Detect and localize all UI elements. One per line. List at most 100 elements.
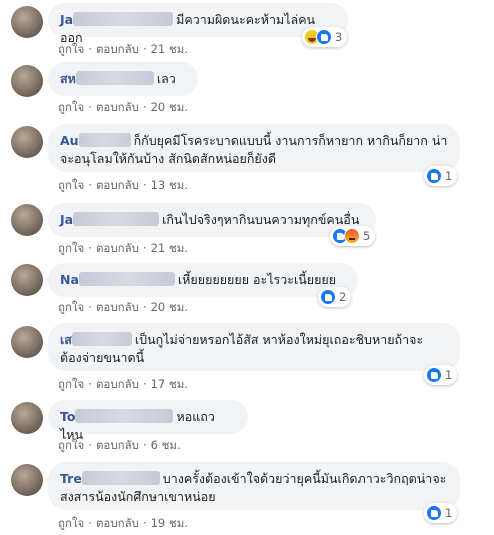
separator: · [142, 516, 147, 530]
separator: · [142, 377, 147, 391]
reaction-count: 5 [363, 229, 371, 243]
comment-actions: ถูกใจ · ตอบกลับ · 6 ชม. [58, 437, 181, 455]
reaction-count: 1 [445, 506, 453, 520]
comment-actions: ถูกใจ · ตอบกลับ · 20 ชม. [58, 99, 188, 117]
reaction-count: 2 [339, 290, 347, 304]
like-reaction-icon [316, 29, 332, 45]
comment-actions: ถูกใจ · ตอบกลับ · 17 ชม. [58, 376, 188, 394]
separator: · [88, 42, 92, 56]
blurred-name [75, 409, 174, 423]
reaction-summary[interactable]: 5 [330, 226, 376, 246]
comment-bubble: Ja เกินไปจริงๆหากินบนความทุกข์คนอื่น [48, 203, 376, 237]
angry-reaction-icon [344, 228, 360, 244]
separator: · [142, 300, 147, 314]
comment-bubble: สห เลว [48, 62, 198, 96]
comment-author[interactable]: Na [60, 272, 79, 287]
comment-text-line-2: จะอนุโลมให้กันบ้าง สักนิดสักหน่อยก็ยังดี [60, 151, 276, 166]
comment-text-line-1: เป็นกูไม่จ่ายหรอกไอ้สัส หาห้องใหม่ยุเถอะ… [134, 332, 424, 347]
like-action[interactable]: ถูกใจ [58, 41, 84, 59]
reply-action[interactable]: ตอบกลับ [96, 437, 139, 455]
comment-text-line-2: สงสารน้องนักศึกษาเขาหน่อย [60, 489, 216, 504]
like-action[interactable]: ถูกใจ [58, 177, 84, 195]
blurred-name [78, 133, 131, 147]
reaction-summary[interactable]: 2 [318, 287, 352, 307]
comment-author[interactable]: Ja [60, 12, 73, 27]
avatar[interactable] [11, 204, 43, 236]
comment-bubble: เส เป็นกูไม่จ่ายหรอกไอ้สัส หาห้องใหม่ยุเถ… [48, 323, 460, 371]
blurred-name [71, 332, 132, 346]
like-reaction-icon [426, 367, 442, 383]
reaction-summary[interactable]: 1 [424, 166, 458, 186]
reaction-summary[interactable]: 1 [424, 503, 458, 523]
separator: · [88, 377, 92, 391]
avatar[interactable] [11, 126, 43, 158]
comment-timestamp[interactable]: 13 ชม. [151, 177, 188, 195]
comment-actions: ถูกใจ · ตอบกลับ · 13 ชม. [58, 177, 188, 195]
comment-text-line-1: บางครั้งต้องเข้าใจด้วยว่ายุคนี้มันเกิดภา… [162, 471, 447, 486]
like-reaction-icon [426, 168, 442, 184]
separator: · [88, 100, 92, 114]
comment-bubble: Na เหี้ยยยยยยยย อะไรวะเนี้ยยยย [48, 263, 358, 297]
comment-timestamp[interactable]: 20 ชม. [151, 299, 188, 317]
like-action[interactable]: ถูกใจ [58, 99, 84, 117]
blurred-name [81, 471, 160, 485]
like-reaction-icon [426, 505, 442, 521]
comment-bubble: Au ก็กับยุคมีโรคระบาดแบบนี้ งานการก็หายาก… [48, 124, 460, 172]
reply-action[interactable]: ตอบกลับ [96, 240, 139, 258]
reply-action[interactable]: ตอบกลับ [96, 299, 139, 317]
comment-text-line-1: ก็กับยุคมีโรคระบาดแบบนี้ งานการก็หายาก ห… [133, 133, 448, 148]
avatar[interactable] [11, 264, 43, 296]
comment-timestamp[interactable]: 21 ชม. [151, 240, 188, 258]
comment-timestamp[interactable]: 21 ชม. [151, 41, 188, 59]
avatar[interactable] [11, 326, 43, 358]
reaction-count: 1 [445, 368, 453, 382]
comment-actions: ถูกใจ · ตอบกลับ · 21 ชม. [58, 41, 188, 59]
separator: · [88, 178, 92, 192]
like-action[interactable]: ถูกใจ [58, 515, 84, 533]
reply-action[interactable]: ตอบกลับ [96, 376, 139, 394]
reply-action[interactable]: ตอบกลับ [96, 41, 139, 59]
comment-actions: ถูกใจ · ตอบกลับ · 20 ชม. [58, 299, 188, 317]
comment-author[interactable]: Ja [60, 212, 73, 227]
comment-actions: ถูกใจ · ตอบกลับ · 19 ชม. [58, 515, 188, 533]
comment-timestamp[interactable]: 20 ชม. [151, 99, 188, 117]
comment-text: เกินไปจริงๆหากินบนความทุกข์คนอื่น [162, 212, 360, 227]
reply-action[interactable]: ตอบกลับ [96, 515, 139, 533]
reaction-count: 1 [445, 169, 453, 183]
separator: · [88, 438, 92, 452]
avatar[interactable] [11, 65, 43, 97]
reply-action[interactable]: ตอบกลับ [96, 99, 139, 117]
reply-action[interactable]: ตอบกลับ [96, 177, 139, 195]
comment-author[interactable]: สห [60, 71, 76, 86]
separator: · [142, 178, 147, 192]
blurred-name [78, 272, 175, 286]
comment-author[interactable]: Tre [60, 471, 82, 486]
separator: · [142, 42, 147, 56]
comment-bubble: To หอแถวไหน [48, 400, 248, 442]
comment-timestamp[interactable]: 17 ชม. [151, 376, 188, 394]
avatar[interactable] [11, 402, 43, 434]
blurred-name [73, 12, 174, 26]
comment-author[interactable]: เส [60, 332, 72, 347]
like-action[interactable]: ถูกใจ [58, 376, 84, 394]
avatar[interactable] [11, 6, 43, 38]
blurred-name [73, 212, 160, 226]
comment-text: เหี้ยยยยยยยย อะไรวะเนี้ยยยย [177, 272, 337, 287]
reaction-summary[interactable]: 1 [424, 365, 458, 385]
like-action[interactable]: ถูกใจ [58, 299, 84, 317]
comment-text-line-2: ต้องจ่ายขนาดนี้ [60, 350, 145, 365]
like-action[interactable]: ถูกใจ [58, 437, 84, 455]
comment-author[interactable]: Au [60, 133, 79, 148]
reaction-count: 3 [335, 30, 343, 44]
like-action[interactable]: ถูกใจ [58, 240, 84, 258]
comment-bubble: Tre บางครั้งต้องเข้าใจด้วยว่ายุคนี้มันเกิ… [48, 462, 460, 510]
comment-text: เลว [156, 71, 176, 86]
comment-timestamp[interactable]: 6 ชม. [151, 437, 181, 455]
reaction-summary[interactable]: 3 [302, 27, 348, 47]
comment-timestamp[interactable]: 19 ชม. [151, 515, 188, 533]
separator: · [142, 100, 147, 114]
blurred-name [75, 71, 154, 85]
comment-author[interactable]: To [60, 409, 75, 424]
avatar[interactable] [11, 464, 43, 496]
separator: · [142, 241, 147, 255]
